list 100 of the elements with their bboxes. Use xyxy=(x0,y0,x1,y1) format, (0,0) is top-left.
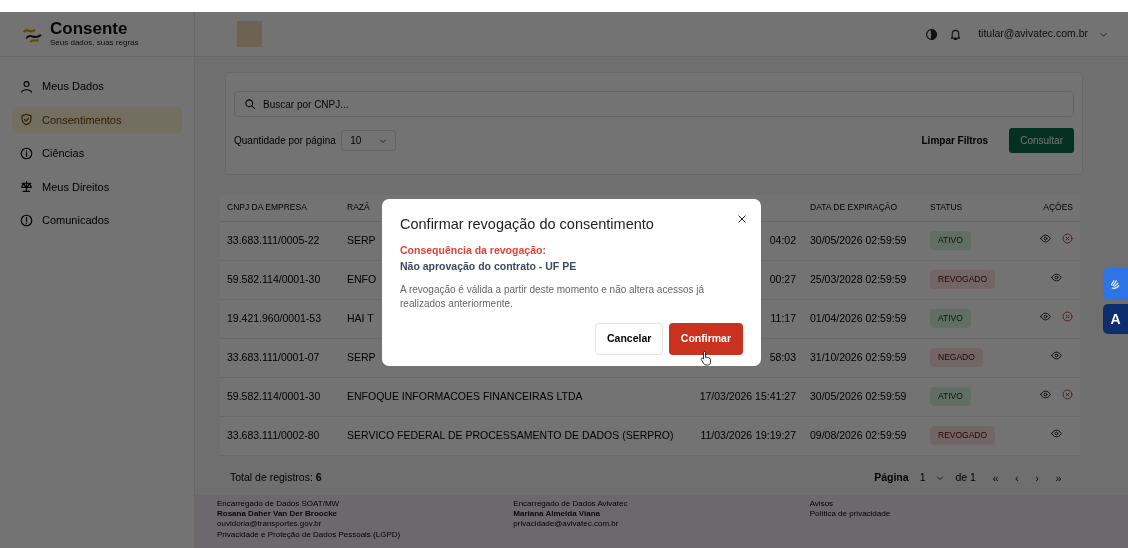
info-icon xyxy=(20,146,33,160)
sign-language-button[interactable] xyxy=(1103,268,1128,300)
revoke-icon xyxy=(1062,232,1073,244)
status-badge: ATIVO xyxy=(930,387,971,406)
page-select[interactable]: 1 xyxy=(919,469,945,486)
view-button[interactable] xyxy=(1051,349,1062,361)
footer-email: privacidade@avivatec.com.br xyxy=(513,519,620,529)
footer-link[interactable]: Privacidade e Proteção de Dados Pessoais (LGPD) xyxy=(217,529,514,539)
eye-icon xyxy=(1051,271,1062,283)
status-badge: REVOGADO xyxy=(930,426,996,445)
column-header: RAZÃ xyxy=(347,202,370,213)
view-button[interactable] xyxy=(1040,310,1051,322)
table-cell: 30/05/2026 02:59:59 xyxy=(810,389,907,402)
table-cell: 17/03/2026 15:41:27 xyxy=(699,389,796,402)
view-button[interactable] xyxy=(1040,232,1051,244)
revoke-icon xyxy=(1062,388,1073,400)
table-cell: 33.683.111/0001-07 xyxy=(227,350,320,363)
brand-name: Consente xyxy=(50,19,129,37)
eye-icon xyxy=(1040,232,1051,244)
page-size-label: Quantidade por página xyxy=(234,134,336,148)
caret-icon xyxy=(379,136,388,145)
table-cell: 09/08/2026 02:59:59 xyxy=(810,428,907,441)
half-circle-icon xyxy=(924,28,938,42)
brand-tagline: Seus dados, suas regras xyxy=(50,36,139,49)
hands-icon xyxy=(1109,277,1122,291)
column-header: STATUS xyxy=(930,202,963,213)
footer-email: ouvidoria@transportes.gov.br xyxy=(217,519,323,529)
footer-heading: Encarregado de Dados SOAT/MW xyxy=(217,499,341,509)
eye-icon xyxy=(1051,349,1062,361)
bell-icon xyxy=(948,28,962,42)
table-cell: ENFO xyxy=(347,272,377,285)
table-cell: SERVICO FEDERAL DE PROCESSAMENTO DE DADOS (SERPRO) xyxy=(347,428,674,441)
alert-icon xyxy=(20,213,33,227)
status-badge: NEGADO xyxy=(930,348,983,367)
table-cell: 33.683.111/0005-22 xyxy=(227,233,320,246)
table-cell: 01/04/2026 02:59:59 xyxy=(810,311,907,324)
close-icon xyxy=(737,214,747,225)
footer-heading: Encarregado de Dados Avivatec xyxy=(513,499,629,509)
table-cell: 25/03/2028 02:59:59 xyxy=(810,272,907,285)
table-cell: 04:02 xyxy=(769,233,796,246)
table-cell: 11/03/2026 19:19:27 xyxy=(700,428,796,441)
scale-icon xyxy=(20,180,33,194)
column-header: CNPJ DA EMPRESA xyxy=(227,202,307,213)
eye-icon xyxy=(1040,310,1051,322)
page-count: de 1 xyxy=(955,469,976,485)
revoke-button[interactable] xyxy=(1062,388,1073,400)
consequence-label: Consequência da revogação: xyxy=(400,243,547,259)
page-size-select[interactable]: 10 xyxy=(341,130,397,151)
sidebar-item[interactable]: Comunicados xyxy=(12,207,182,234)
table-cell: 11:17 xyxy=(770,311,796,324)
last-page-button[interactable]: » xyxy=(1055,469,1062,486)
sidebar-item[interactable]: Ciências xyxy=(12,140,182,167)
previous-page-button[interactable]: ‹ xyxy=(1015,469,1019,486)
column-header: DATA DE EXPIRAÇÃO xyxy=(810,202,898,213)
modal-message: A revogação é válida a partir deste momento e não altera acessos já realizados anteriormente. xyxy=(400,282,706,312)
sidebar-item[interactable]: Meus Direitos xyxy=(12,173,182,200)
eye-icon xyxy=(1051,427,1062,439)
sidebar-item[interactable]: Meus Dados xyxy=(12,73,182,100)
next-page-button[interactable]: › xyxy=(1035,469,1039,486)
table-cell: ENFOQUE INFORMACOES FINANCEIRAS LTDA xyxy=(347,389,583,402)
revoke-button[interactable] xyxy=(1062,232,1073,244)
table-cell: 31/10/2026 02:59:59 xyxy=(810,350,907,363)
first-page-button[interactable]: « xyxy=(992,469,999,486)
status-badge: ATIVO xyxy=(930,309,971,328)
submit-button[interactable]: Consultar xyxy=(1009,128,1074,153)
shield-check-icon xyxy=(20,113,33,127)
user-icon xyxy=(20,79,33,93)
sidebar-item[interactable]: Consentimentos xyxy=(12,106,182,133)
view-button[interactable] xyxy=(1051,427,1062,439)
table-cell: HAI T xyxy=(347,311,374,324)
column-header: AÇÕES xyxy=(1043,202,1073,213)
table-cell: 59.582.114/0001-30 xyxy=(227,389,321,402)
footer-name: Rosana Daher Van Der Broocke xyxy=(217,509,339,519)
user-menu[interactable]: titular@avivatec.com.br xyxy=(978,26,1108,42)
table-cell: 33.683.111/0002-80 xyxy=(227,428,320,441)
page-label: Página xyxy=(874,469,909,485)
modal-title: Confirmar revogação do consentimento xyxy=(400,216,655,234)
status-badge: ATIVO xyxy=(930,231,971,250)
revoke-icon xyxy=(1062,310,1073,322)
image-placeholder xyxy=(237,21,262,47)
table-cell: SERP xyxy=(347,233,376,246)
search-field[interactable]: Buscar por CNPJ... xyxy=(234,91,1074,117)
footer-link[interactable]: Política de privacidade xyxy=(809,509,1106,519)
total-count: Total de registros: 6 xyxy=(230,469,322,485)
eye-icon xyxy=(1040,388,1051,400)
confirm-button[interactable]: Confirmar xyxy=(668,322,743,355)
search-icon xyxy=(244,98,256,110)
view-button[interactable] xyxy=(1040,388,1051,400)
table-cell: 00:27 xyxy=(769,272,796,285)
footer-name: Mariana Almeida Viana xyxy=(513,509,602,519)
caret-icon xyxy=(936,473,945,482)
consequence-text: Não aprovação do contrato - UF PE xyxy=(400,259,578,275)
revoke-button[interactable] xyxy=(1062,310,1073,322)
status-badge: REVOGADO xyxy=(930,270,996,289)
table-cell: SERP xyxy=(347,350,376,363)
accessibility-button[interactable]: A xyxy=(1103,304,1128,334)
cancel-button[interactable]: Cancelar xyxy=(594,322,664,355)
table-cell: 19.421.960/0001-53 xyxy=(227,311,321,324)
view-button[interactable] xyxy=(1051,271,1062,283)
table-cell: 58:03 xyxy=(769,350,796,363)
